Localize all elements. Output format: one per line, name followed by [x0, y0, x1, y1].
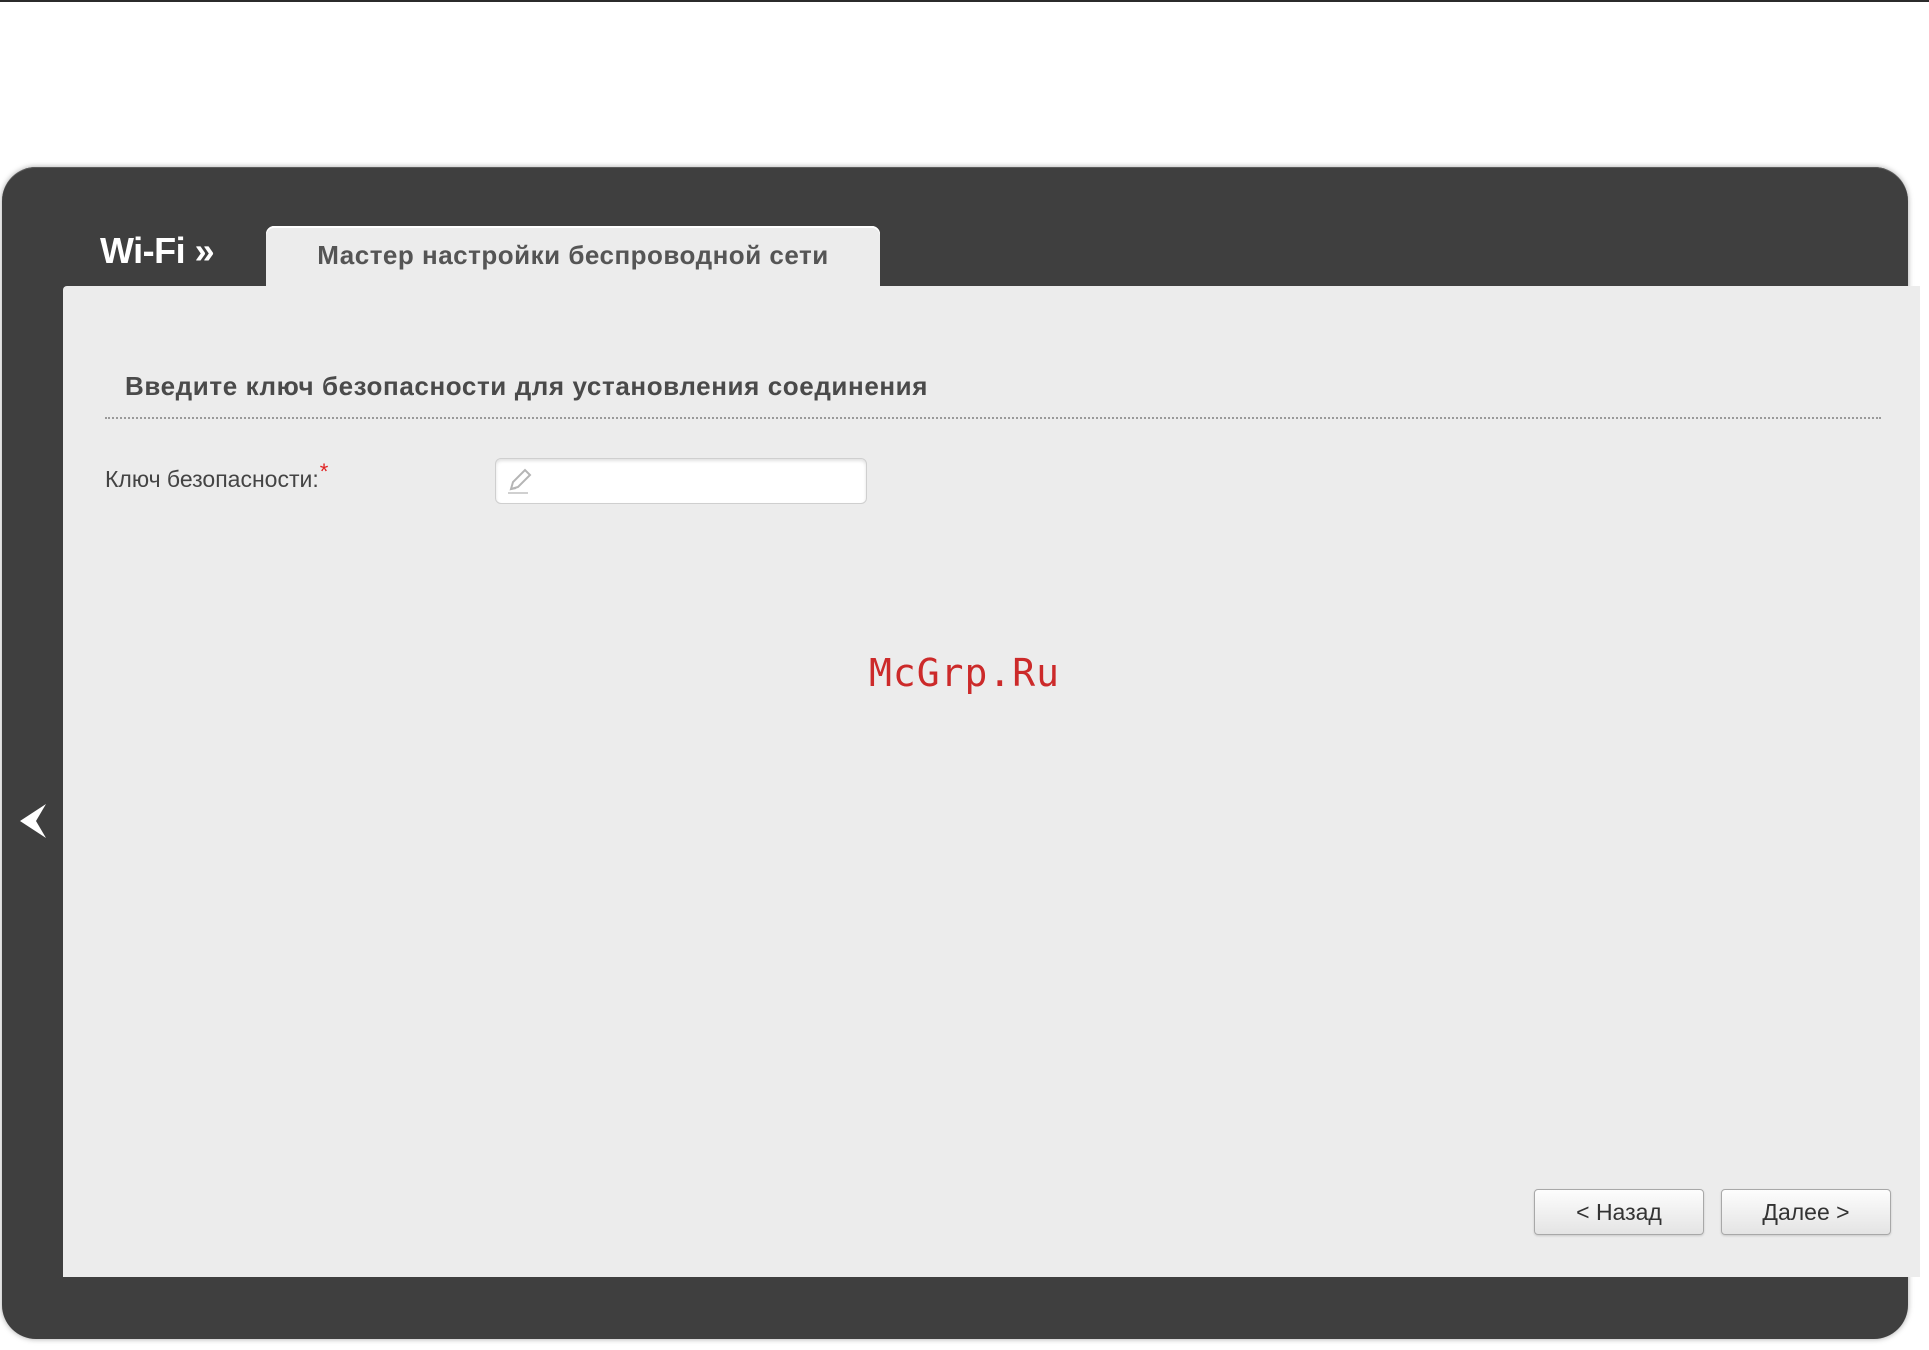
- security-key-label-text: Ключ безопасности:: [105, 466, 319, 492]
- section-title[interactable]: Wi-Fi »: [100, 230, 215, 272]
- content-panel: Введите ключ безопасности для установлен…: [63, 286, 1920, 1277]
- form-heading: Введите ключ безопасности для установлен…: [125, 371, 929, 401]
- required-mark: *: [319, 459, 329, 484]
- top-divider: [0, 0, 1929, 2]
- tab-label: Мастер настройки беспроводной сети: [317, 240, 829, 270]
- next-button[interactable]: Далее >: [1721, 1189, 1891, 1235]
- security-key-input[interactable]: [495, 458, 867, 504]
- heading-divider: [105, 417, 1881, 419]
- chevron-left-icon[interactable]: [16, 800, 50, 842]
- pencil-icon: [508, 468, 532, 494]
- back-button[interactable]: < Назад: [1534, 1189, 1704, 1235]
- watermark: McGrp.Ru: [869, 651, 1061, 695]
- tab-wireless-wizard[interactable]: Мастер настройки беспроводной сети: [266, 226, 880, 288]
- security-key-label: Ключ безопасности:*: [105, 459, 328, 493]
